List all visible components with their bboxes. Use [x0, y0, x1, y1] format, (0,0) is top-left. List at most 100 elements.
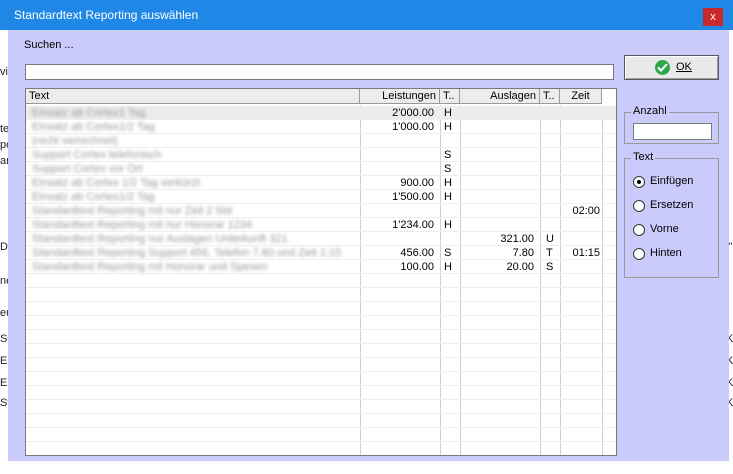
close-button[interactable]: x	[703, 8, 723, 26]
table-row[interactable]: Einsatz ab Cortex1/2 Tag 1'500.00 H	[26, 190, 616, 204]
table-row[interactable]: Standardtext Reporting mit nur Zeit 2 St…	[26, 204, 616, 218]
cell-zeit	[560, 260, 600, 274]
cell-leistungen: 1'500.00	[392, 191, 434, 203]
row-line	[26, 455, 616, 456]
cell-t1: H	[444, 261, 452, 273]
search-input[interactable]	[25, 64, 614, 80]
row-line	[26, 371, 616, 372]
row-line	[26, 315, 616, 316]
radio-ersetzen[interactable]: Ersetzen	[633, 198, 713, 214]
cell-t1: S	[444, 149, 452, 161]
cell-auslagen	[458, 134, 534, 148]
column-header-leistungen[interactable]: Leistungen	[360, 89, 440, 104]
radio-circle	[633, 224, 645, 236]
radio-vorne[interactable]: Vorne	[633, 222, 713, 238]
row-line	[26, 231, 616, 232]
table-row[interactable]: (nicht verrechnet)	[26, 134, 616, 148]
column-header-auslagen[interactable]: Auslagen	[460, 89, 540, 104]
radio-einfuegen[interactable]: Einfügen	[633, 174, 713, 190]
row-line	[26, 329, 616, 330]
cell-t2: U	[546, 233, 554, 245]
column-header-text[interactable]: Text	[26, 89, 360, 104]
cell-zeit	[560, 120, 600, 134]
table-header: Text Leistungen T.. Auslagen T.. Zeit	[26, 89, 616, 105]
table-row[interactable]: Standardtext Reporting mit nur Honorar 1…	[26, 218, 616, 232]
text-group-label: Text	[631, 151, 656, 163]
cell-zeit	[560, 106, 600, 120]
cell-text: Einsatz ab Cortex1/2 Tag	[32, 191, 155, 203]
radio-label: Ersetzen	[650, 199, 694, 211]
cell-leistungen: 900.00	[400, 177, 434, 189]
cell-zeit	[560, 148, 600, 162]
table-row[interactable]: Einsatz ab Cortex1 Tag 2'000.00 H	[26, 106, 616, 120]
table-row[interactable]: Einsatz ab Cortex1/2 Tag 1'000.00 H	[26, 120, 616, 134]
cell-text: Standardtext Reporting Support 456, Tele…	[32, 247, 342, 259]
anzahl-input[interactable]	[633, 123, 712, 140]
row-line	[26, 357, 616, 358]
radio-dot	[637, 180, 641, 184]
row-line	[26, 385, 616, 386]
radio-hinten[interactable]: Hinten	[633, 246, 713, 262]
row-line	[26, 343, 616, 344]
cell-t1: H	[444, 177, 452, 189]
cell-t2	[546, 204, 560, 218]
table-row[interactable]: Einsatz ab Cortex 1/2 Tag verkürzt 900.00…	[26, 176, 616, 190]
radio-label: Einfügen	[650, 175, 694, 187]
table-row[interactable]: Support Cortex vor Ort S	[26, 162, 616, 176]
cell-t2	[546, 106, 560, 120]
cell-leistungen: 2'000.00	[392, 107, 434, 119]
text-group: Text Einfügen Ersetzen Vorne Hinten	[624, 151, 719, 278]
cell-zeit	[560, 134, 600, 148]
cell-leistungen	[360, 232, 434, 246]
cell-text: Support Cortex telefonisch	[32, 149, 162, 161]
cell-text: Einsatz ab Cortex1/2 Tag	[32, 121, 155, 133]
cell-t1	[444, 232, 458, 246]
cell-t2	[546, 218, 560, 232]
anzahl-group: Anzahl	[624, 105, 719, 144]
check-icon	[655, 60, 670, 75]
cell-t2	[546, 134, 560, 148]
row-line	[26, 175, 616, 176]
standardtext-table[interactable]: Text Leistungen T.. Auslagen T.. Zeit Ei…	[25, 88, 617, 456]
search-label: Suchen ...	[24, 39, 74, 51]
cell-auslagen	[458, 106, 534, 120]
cell-text: Support Cortex vor Ort	[32, 163, 143, 175]
cell-text: (nicht verrechnet)	[32, 135, 118, 147]
cell-zeit	[560, 218, 600, 232]
cell-text: Standardtext Reporting mit Honorar und S…	[32, 261, 268, 273]
cell-zeit	[560, 190, 600, 204]
cell-auslagen: 321.00	[500, 233, 534, 245]
row-line	[26, 203, 616, 204]
cell-auslagen: 20.00	[506, 261, 534, 273]
cell-leistungen: 1'000.00	[392, 121, 434, 133]
row-line	[26, 133, 616, 134]
cell-zeit: 01:15	[572, 247, 600, 259]
column-header-zeit[interactable]: Zeit	[560, 89, 602, 104]
cell-t2: S	[546, 261, 554, 273]
cell-text: Einsatz ab Cortex 1/2 Tag verkürzt	[32, 177, 200, 189]
cell-text: Standardtext Reporting mit nur Zeit 2 St…	[32, 205, 232, 217]
cell-t1: S	[444, 163, 452, 175]
table-row[interactable]: Standardtext Reporting Support 456, Tele…	[26, 246, 616, 260]
ok-button[interactable]: OK	[624, 55, 719, 80]
cell-t1: H	[444, 121, 452, 133]
cell-text: Standardtext Reporting mit nur Honorar 1…	[32, 219, 253, 231]
column-header-t2[interactable]: T..	[540, 89, 560, 104]
ok-button-label: OK	[676, 61, 692, 73]
table-row[interactable]: Standardtext Reporting nur Auslagen Unte…	[26, 232, 616, 246]
row-line	[26, 301, 616, 302]
row-line	[26, 119, 616, 120]
table-row[interactable]: Standardtext Reporting mit Honorar und S…	[26, 260, 616, 274]
row-line	[26, 427, 616, 428]
cell-t2: T	[546, 247, 553, 259]
cell-auslagen	[458, 204, 534, 218]
dialog-client: Suchen ... OK Text Leistungen T.. Auslag…	[8, 30, 729, 461]
cell-leistungen: 1'234.00	[392, 219, 434, 231]
cell-t2	[546, 148, 560, 162]
table-row[interactable]: Support Cortex telefonisch S	[26, 148, 616, 162]
row-line	[26, 441, 616, 442]
cell-zeit: 02:00	[572, 205, 600, 217]
title-bar[interactable]: Standardtext Reporting auswählen x	[0, 0, 733, 30]
column-header-t1[interactable]: T..	[440, 89, 460, 104]
cell-zeit	[560, 162, 600, 176]
